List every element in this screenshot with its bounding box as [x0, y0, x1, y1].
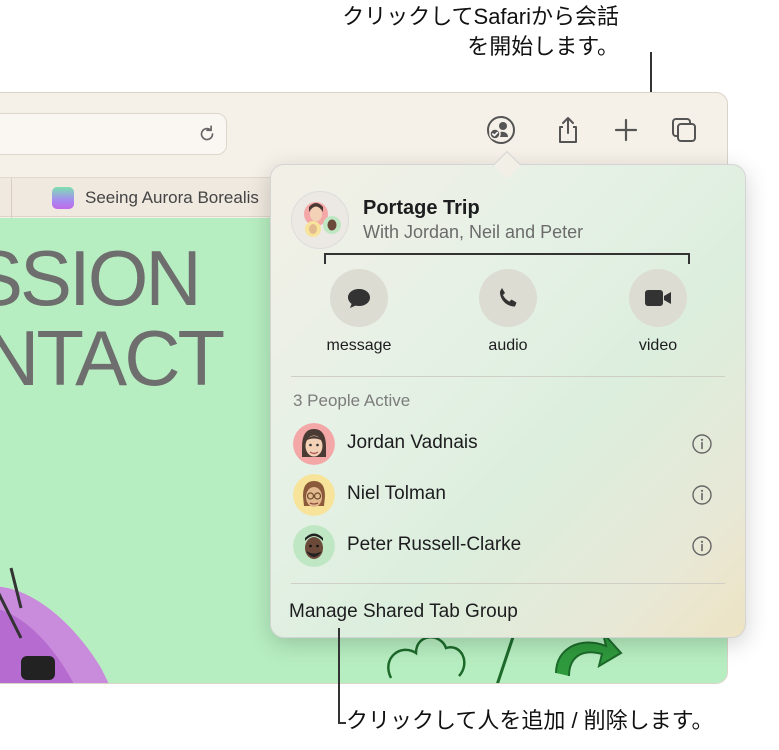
video-button[interactable]: video	[598, 269, 718, 355]
group-avatar-memoji-icon	[304, 202, 341, 237]
message-button[interactable]: message	[299, 269, 419, 355]
collaboration-popover: Portage Trip With Jordan, Neil and Peter…	[270, 150, 746, 638]
audio-circle[interactable]	[479, 269, 537, 327]
group-avatar	[291, 191, 349, 249]
person-name: Jordan Vadnais	[347, 432, 478, 453]
manage-shared-tab-group-button[interactable]: Manage Shared Tab Group	[289, 601, 518, 623]
group-subtitle: With Jordan, Neil and Peter	[363, 222, 584, 242]
info-icon[interactable]	[691, 535, 713, 557]
person-name: Peter Russell-Clarke	[347, 534, 522, 555]
avatar	[293, 474, 335, 516]
tab-title: Seeing Aurora Borealis	[85, 188, 259, 207]
avatar	[293, 525, 335, 567]
tab-favicon-icon	[52, 187, 74, 209]
memoji-jordan-icon	[293, 423, 335, 465]
person-row-peter[interactable]: Peter Russell-Clarke	[291, 523, 727, 569]
leader-line-bottom	[338, 628, 340, 724]
video-label: video	[638, 337, 678, 354]
audio-label: audio	[488, 337, 528, 354]
info-icon[interactable]	[691, 433, 713, 455]
new-tab-plus-icon[interactable]	[611, 115, 641, 145]
message-bubble-icon	[348, 289, 370, 308]
avatar	[293, 423, 335, 465]
video-camera-icon	[645, 290, 671, 306]
reload-icon[interactable]	[196, 123, 218, 145]
callout-bracket	[324, 253, 690, 264]
tab-aurora[interactable]: Seeing Aurora Borealis	[11, 178, 311, 218]
group-title: Portage Trip	[363, 197, 480, 219]
collaboration-icon[interactable]	[486, 115, 516, 145]
address-bar[interactable]	[0, 113, 227, 155]
callout-add-remove-people: クリックして人を追加 / 削除します。	[346, 708, 714, 733]
memoji-niel-icon	[293, 474, 335, 516]
leader-line-bottom-tick	[338, 722, 346, 724]
memoji-peter-icon	[293, 525, 335, 567]
hero-text-line1: SSION	[0, 234, 202, 322]
divider	[291, 583, 725, 584]
hero-text-line2: NTACT	[0, 314, 225, 402]
callout-start-conversation: クリックしてSafariから会話 を開始します。	[342, 4, 619, 59]
divider	[291, 376, 725, 377]
person-row-jordan[interactable]: Jordan Vadnais	[291, 421, 727, 467]
page-illustration	[0, 567, 109, 683]
message-label: message	[326, 337, 392, 354]
info-icon[interactable]	[691, 484, 713, 506]
tab-overview-icon[interactable]	[669, 115, 699, 145]
person-row-niel[interactable]: Niel Tolman	[291, 472, 727, 518]
people-active-header: 3 People Active	[293, 391, 411, 410]
audio-button[interactable]: audio	[448, 269, 568, 355]
message-circle[interactable]	[330, 269, 388, 327]
phone-icon	[499, 288, 517, 307]
person-name: Niel Tolman	[347, 483, 446, 504]
share-icon[interactable]	[553, 115, 583, 145]
video-circle[interactable]	[629, 269, 687, 327]
